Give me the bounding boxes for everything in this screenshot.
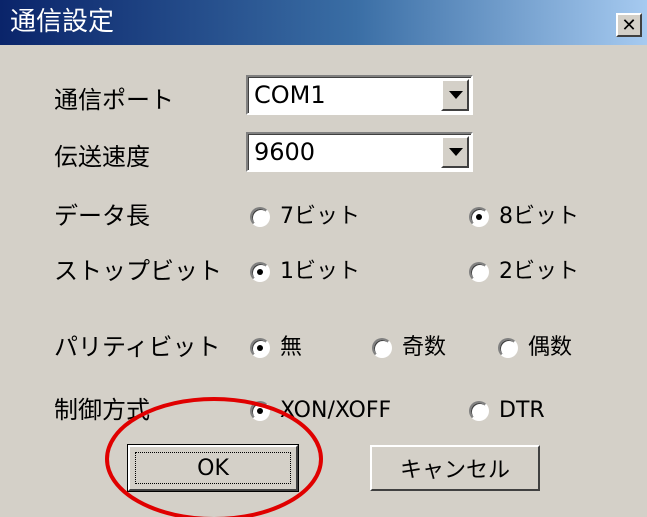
radio-unchecked-icon [250, 207, 270, 227]
title-bar[interactable]: 通信設定 ✕ [0, 0, 647, 45]
radio-checked-icon [469, 207, 489, 227]
radio-checked-icon [250, 262, 270, 282]
radio-label: 7ビット [280, 204, 360, 229]
radio-checked-icon [250, 338, 270, 358]
ok-button[interactable]: OK [127, 444, 299, 492]
close-icon: ✕ [621, 14, 637, 36]
radio-unchecked-icon [372, 338, 392, 358]
radio-unchecked-icon [498, 338, 518, 358]
parity-even-radio[interactable]: 偶数 [498, 335, 572, 361]
radio-checked-icon [250, 401, 270, 421]
stop-bits-label: ストップビット [54, 257, 222, 285]
flow-control-xon-xoff-radio[interactable]: XON/XOFF [250, 398, 391, 424]
radio-label: 8ビット [499, 204, 579, 229]
radio-label: 1ビット [280, 259, 360, 284]
baud-select[interactable]: 9600 [246, 132, 473, 172]
data-length-7bit-radio[interactable]: 7ビット [250, 204, 360, 230]
radio-unchecked-icon [469, 262, 489, 282]
communication-settings-dialog: 通信設定 ✕ 通信ポート COM1 伝送速度 9600 データ長 7ビット 8ビ… [0, 0, 647, 517]
stop-bits-1bit-radio[interactable]: 1ビット [250, 259, 360, 285]
parity-label: パリティビット [54, 333, 221, 361]
flow-control-dtr-radio[interactable]: DTR [469, 398, 545, 424]
focus-rectangle [135, 452, 291, 484]
port-value: COM1 [254, 81, 326, 109]
chevron-down-icon[interactable] [441, 136, 469, 168]
data-length-label: データ長 [54, 202, 150, 230]
port-select[interactable]: COM1 [246, 75, 473, 115]
radio-label: 偶数 [528, 335, 573, 360]
cancel-button[interactable]: キャンセル [370, 445, 540, 491]
flow-control-label: 制御方式 [54, 396, 150, 424]
chevron-down-icon[interactable] [441, 79, 469, 111]
radio-label: XON/XOFF [280, 398, 392, 423]
port-label: 通信ポート [54, 86, 174, 114]
baud-value: 9600 [254, 138, 316, 166]
cancel-button-label: キャンセル [399, 458, 510, 483]
parity-none-radio[interactable]: 無 [250, 335, 302, 361]
parity-odd-radio[interactable]: 奇数 [372, 335, 446, 361]
radio-label: DTR [499, 398, 545, 423]
data-length-8bit-radio[interactable]: 8ビット [469, 204, 579, 230]
radio-label: 2ビット [499, 259, 579, 284]
stop-bits-2bit-radio[interactable]: 2ビット [469, 259, 579, 285]
close-button[interactable]: ✕ [616, 13, 642, 37]
window-title: 通信設定 [10, 7, 115, 37]
radio-label: 無 [280, 335, 303, 360]
baud-label: 伝送速度 [54, 143, 150, 171]
radio-unchecked-icon [469, 401, 489, 421]
radio-label: 奇数 [402, 335, 447, 360]
